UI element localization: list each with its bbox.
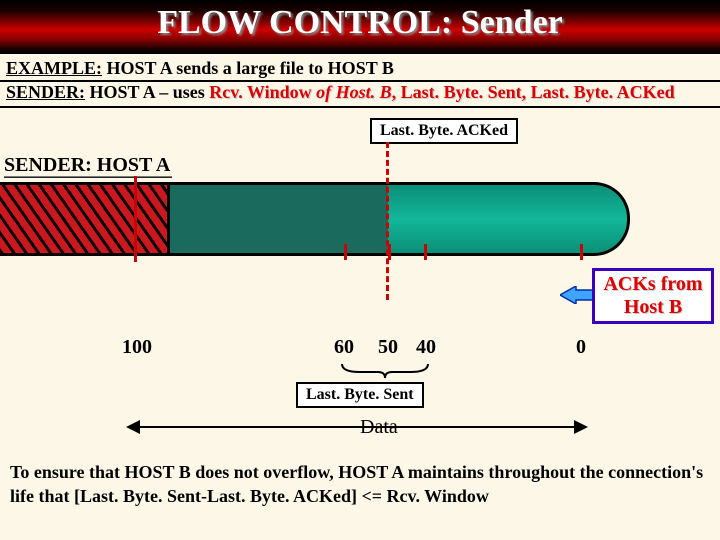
ack-line2: Host B [624,296,682,318]
ack-from-host-b: ACKs from Host B [592,268,714,324]
tick-label-0: 0 [576,336,586,359]
sender-buffer [0,182,630,256]
tick-label-60: 60 [334,336,354,359]
marker-last-byte-acked [386,142,389,300]
buffer-segment-sent-unacked [170,182,388,256]
buffer-segment-sent-acked [0,182,170,256]
var-rcvwindow: Rcv. Window [209,82,316,102]
arrow-left-icon [560,286,596,304]
arrowhead-left-icon [126,420,140,434]
data-arrow-line [136,426,578,428]
label-last-byte-sent: Last. Byte. Sent [296,382,424,408]
example-prefix: EXAMPLE: [6,58,102,78]
tick-label-50: 50 [378,336,398,359]
sep1: , [392,82,401,102]
var-lastbytesent: Last. Byte. Sent, [401,82,531,102]
tick-40 [424,244,427,260]
arrowhead-right-icon [574,420,588,434]
tick-50 [388,244,391,260]
var-of-hostb: of Host. B [316,82,392,102]
example-text: HOST A sends a large file to HOST B [102,58,394,78]
sender-host: HOST A – uses [85,82,209,102]
tick-label-40: 40 [416,336,436,359]
data-label: Data [360,416,398,439]
label-sender-host-a: SENDER: HOST A [4,154,170,177]
var-lastbyteacked: Last. Byte. ACKed [531,82,675,102]
ack-line1: ACKs from [603,273,702,295]
tick-100 [134,176,137,262]
example-line: EXAMPLE: HOST A sends a large file to HO… [6,58,394,79]
tick-label-100: 100 [122,336,152,359]
label-last-byte-acked: Last. Byte. ACKed [370,118,518,144]
footer-text: To ensure that HOST B does not overflow,… [10,460,710,509]
sender-line: SENDER: HOST A – uses Rcv. Window of Hos… [6,82,675,103]
sender-prefix: SENDER: [6,82,85,102]
divider-2 [0,106,720,108]
tick-0 [580,244,583,260]
slide-title: FLOW CONTROL: Sender [0,4,720,42]
tick-60 [344,244,347,260]
brace-icon [340,362,430,378]
